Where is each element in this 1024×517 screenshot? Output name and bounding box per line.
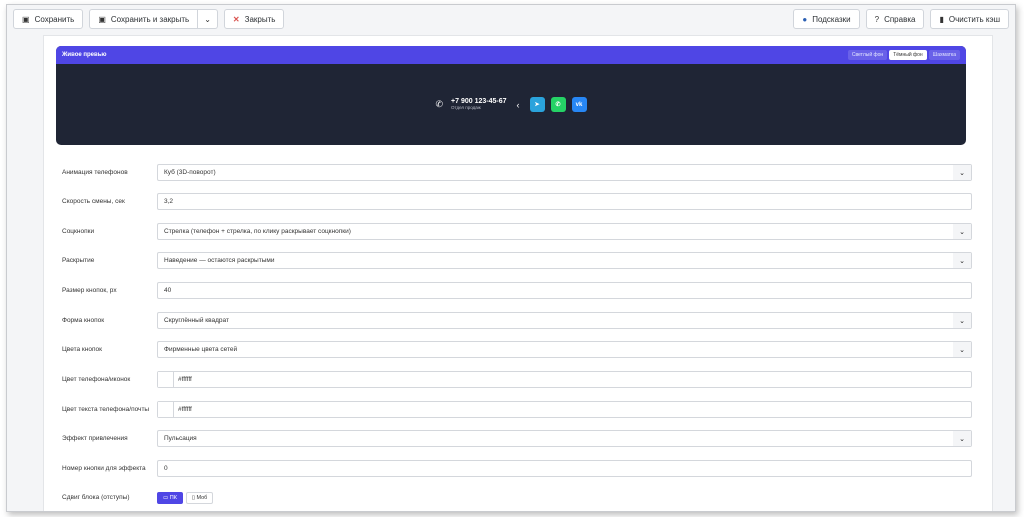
preview-canvas: ✆ +7 900 123-45-67 Отдел продаж ‹ ➤ ✆ vk (56, 64, 966, 145)
field-phone-icon-color: Цвет телефона/иконок #ffffff (62, 371, 972, 388)
change-speed-input[interactable]: 3,2 (157, 193, 972, 210)
save-close-group: ▣ Сохранить и закрыть ⌄ (89, 9, 218, 29)
live-preview: Живое превью Светлый фон Тёмный фон Шахм… (56, 46, 966, 145)
chevron-down-icon: ⌄ (953, 253, 971, 268)
field-button-shape: Форма кнопок Скруглённый квадрат ⌄ (62, 312, 972, 329)
field-label: Сдвиг блока (отступы) (62, 494, 130, 501)
color-swatch[interactable] (158, 402, 174, 417)
phone-block: +7 900 123-45-67 Отдел продаж (451, 98, 506, 111)
telegram-icon[interactable]: ➤ (529, 97, 545, 112)
field-phone-text-color: Цвет текста телефона/почты #ffffff (62, 401, 972, 418)
chevron-down-icon: ⌄ (953, 342, 971, 357)
field-button-size: Размер кнопок, px 40 (62, 282, 972, 299)
phone-text-color-input[interactable]: #ffffff (157, 401, 972, 418)
close-button[interactable]: ✕ Закрыть (223, 9, 285, 29)
bg-option-checker[interactable]: Шахматка (928, 50, 960, 60)
vk-icon[interactable]: vk (571, 97, 587, 112)
field-attention-effect: Эффект привлечения Пульсация ⌄ (62, 430, 972, 447)
trash-icon: ▮ (939, 14, 944, 24)
chevron-down-icon: ⌄ (953, 431, 971, 446)
chevron-left-icon[interactable]: ‹ (517, 100, 520, 110)
field-label: Форма кнопок (62, 317, 105, 324)
window-frame: ▣ Сохранить ▣ Сохранить и закрыть ⌄ ✕ За… (6, 4, 1016, 512)
chevron-down-icon: ⌄ (953, 313, 971, 328)
field-expand-mode: Раскрытие Наведение — остаются раскрытым… (62, 252, 972, 269)
settings-card: Живое превью Светлый фон Тёмный фон Шахм… (43, 35, 993, 511)
field-button-colors: Цвета кнопок Фирменные цвета сетей ⌄ (62, 341, 972, 358)
chevron-down-icon: ⌄ (204, 14, 211, 24)
button-colors-select[interactable]: Фирменные цвета сетей ⌄ (157, 341, 972, 358)
social-buttons-select[interactable]: Стрелка (телефон + стрелка, по клику рас… (157, 223, 972, 240)
color-swatch[interactable] (158, 372, 174, 387)
device-mobile-button[interactable]: ▯ Моб (185, 491, 214, 504)
effect-button-number-input[interactable]: 0 (157, 460, 972, 477)
toolbar: ▣ Сохранить ▣ Сохранить и закрыть ⌄ ✕ За… (7, 5, 1015, 33)
hints-button[interactable]: ● Подсказки (793, 9, 860, 29)
help-button[interactable]: ? Справка (865, 9, 925, 29)
device-pc-button[interactable]: ▭ ПК (157, 491, 183, 504)
field-label: Анимация телефонов (62, 169, 128, 176)
expand-mode-select[interactable]: Наведение — остаются раскрытыми ⌄ (157, 252, 972, 269)
field-effect-button-number: Номер кнопки для эффекта 0 (62, 460, 972, 477)
field-label: Номер кнопки для эффекта (62, 465, 146, 472)
attention-effect-select[interactable]: Пульсация ⌄ (157, 430, 972, 447)
preview-title: Живое превью (62, 52, 107, 58)
field-label: Цвета кнопок (62, 346, 102, 353)
device-toggle: ▭ ПК ▯ Моб (157, 491, 214, 504)
field-phone-animation: Анимация телефонов Куб (3D-поворот) ⌄ (62, 164, 972, 181)
button-shape-select[interactable]: Скруглённый квадрат ⌄ (157, 312, 972, 329)
background-toggle: Светлый фон Тёмный фон Шахматка (847, 50, 960, 60)
phone-icon-color-input[interactable]: #ffffff (157, 371, 972, 388)
field-label: Скорость смены, сек (62, 198, 125, 205)
field-block-offset: Сдвиг блока (отступы) ▭ ПК ▯ Моб (62, 489, 972, 506)
clear-cache-button[interactable]: ▮ Очистить кэш (930, 9, 1009, 29)
question-circle-icon: ● (802, 14, 808, 24)
save-icon: ▣ (98, 14, 106, 24)
field-label: Размер кнопок, px (62, 287, 117, 294)
field-label: Цвет текста телефона/почты (62, 406, 150, 413)
save-button[interactable]: ▣ Сохранить (13, 9, 84, 29)
phone-animation-select[interactable]: Куб (3D-поворот) ⌄ (157, 164, 972, 181)
chevron-down-icon: ⌄ (953, 165, 971, 180)
whatsapp-icon[interactable]: ✆ (550, 97, 566, 112)
save-icon: ▣ (22, 14, 30, 24)
field-social-buttons: Соцкнопки Стрелка (телефон + стрелка, по… (62, 223, 972, 240)
field-label: Соцкнопки (62, 228, 95, 235)
close-icon: ✕ (232, 14, 240, 24)
button-size-input[interactable]: 40 (157, 282, 972, 299)
phone-subtitle: Отдел продаж (451, 104, 481, 110)
question-icon: ? (874, 14, 880, 24)
chevron-down-icon: ⌄ (953, 224, 971, 239)
field-label: Эффект привлечения (62, 435, 128, 442)
bg-option-dark[interactable]: Тёмный фон (889, 50, 927, 60)
field-label: Цвет телефона/иконок (62, 376, 131, 383)
phone-icon: ✆ (435, 99, 444, 109)
save-close-button[interactable]: ▣ Сохранить и закрыть (89, 9, 199, 29)
bg-option-light[interactable]: Светлый фон (847, 50, 888, 60)
field-label: Раскрытие (62, 257, 95, 264)
field-change-speed: Скорость смены, сек 3,2 (62, 193, 972, 210)
preview-header: Живое превью Светлый фон Тёмный фон Шахм… (56, 46, 966, 64)
save-options-dropdown[interactable]: ⌄ (198, 9, 218, 29)
